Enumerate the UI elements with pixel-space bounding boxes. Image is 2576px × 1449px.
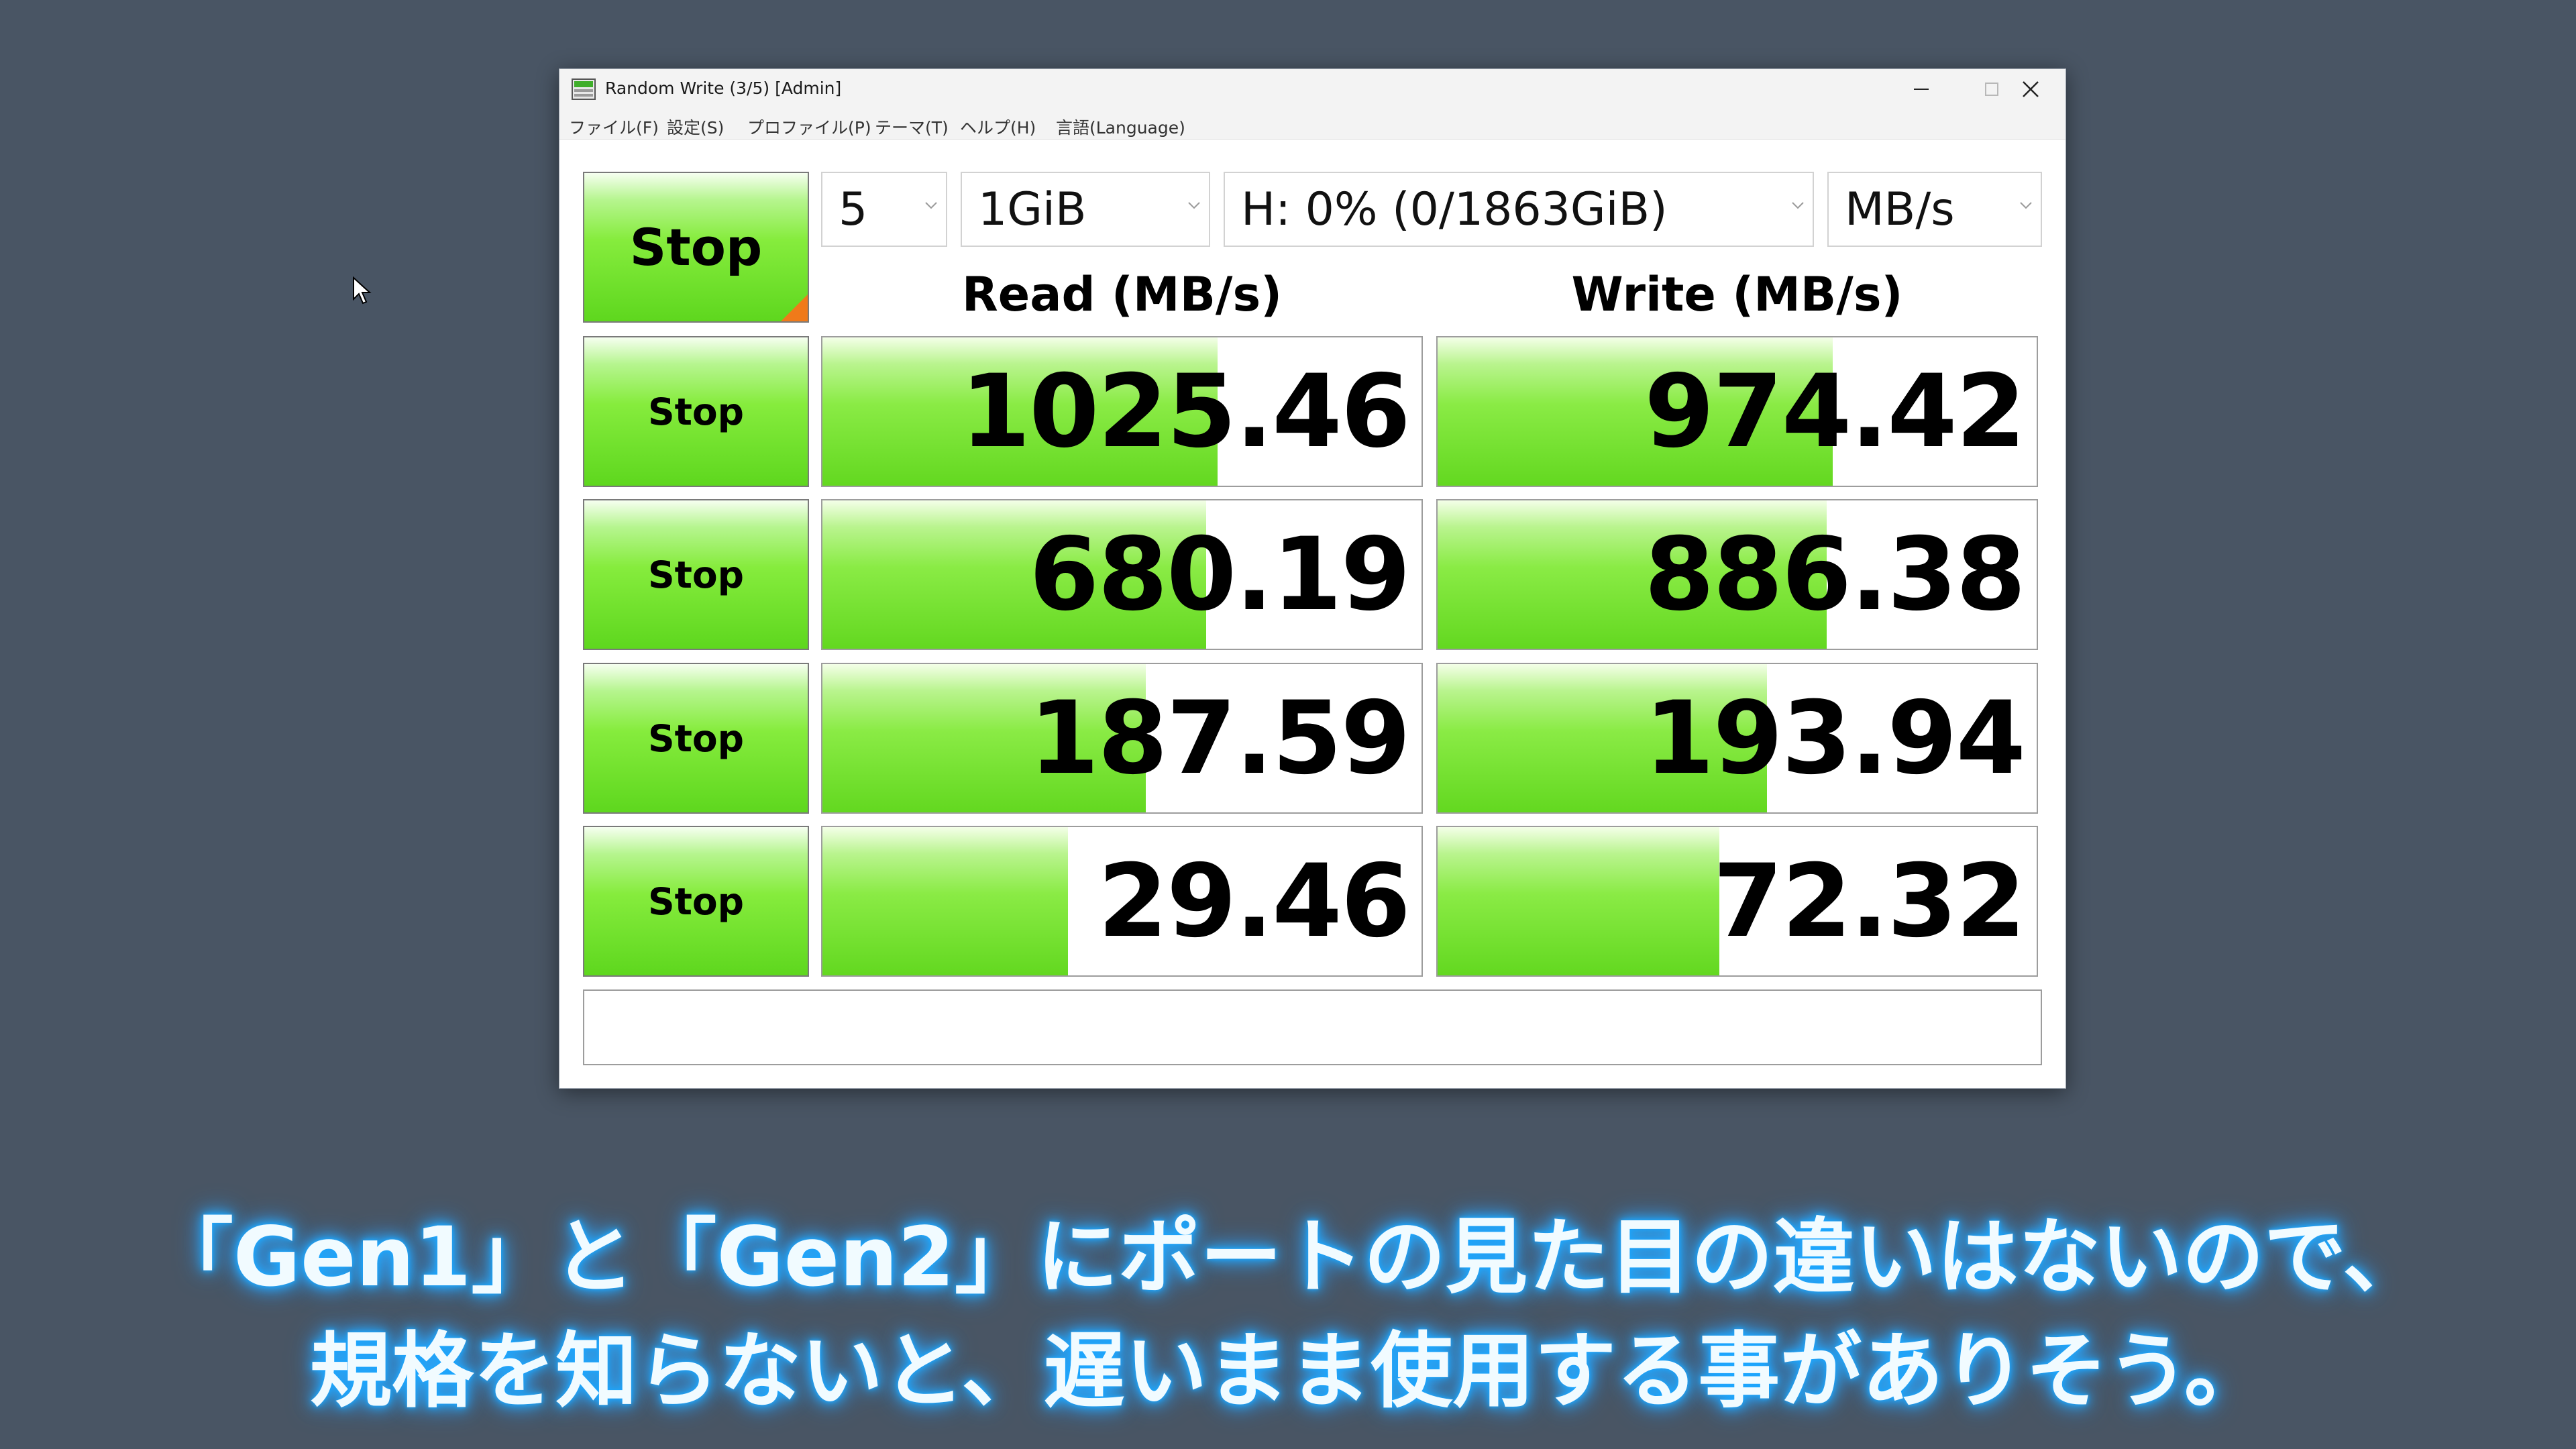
drive-select[interactable]: H: 0% (0/1863GiB) (1224, 172, 1814, 247)
row-stop-label: Stop (647, 390, 745, 433)
read-value: 680.19 (1029, 516, 1411, 633)
unit-value: MB/s (1845, 182, 1955, 236)
write-value: 974.42 (1644, 353, 2026, 470)
read-column-header: Read (MB/s) (961, 267, 1283, 322)
app-disk-icon (572, 78, 596, 100)
comment-field[interactable] (583, 989, 2042, 1065)
row-3-read-result: 187.59 (821, 663, 1423, 814)
row-3-write-result: 193.94 (1436, 663, 2038, 814)
row-4-stop-button[interactable]: Stop (583, 826, 809, 977)
count-select[interactable]: 5 (821, 172, 947, 247)
read-value: 187.59 (1029, 680, 1411, 797)
write-value: 193.94 (1644, 680, 2026, 797)
subtitle-line-2: 規格を知らないと、遅いまま使用する事がありそう。 (310, 1324, 2266, 1419)
row-4-write-result: 72.32 (1436, 826, 2038, 977)
count-value: 5 (839, 182, 868, 236)
corner-marker (781, 294, 808, 321)
row-3-stop-button[interactable]: Stop (583, 663, 809, 814)
all-stop-button[interactable]: Stop (583, 172, 809, 323)
chevron-down-icon (925, 202, 937, 209)
row-4-read-result: 29.46 (821, 826, 1423, 977)
row-1-read-result: 1025.46 (821, 336, 1423, 487)
menu-bar: ファイル(F) 設定(S) プロファイル(P) テーマ(T) ヘルプ(H) 言語… (559, 109, 2065, 140)
row-2-read-result: 680.19 (821, 499, 1423, 650)
unit-select[interactable]: MB/s (1827, 172, 2042, 247)
write-bar (1438, 827, 1719, 975)
menu-settings[interactable]: 設定(S) (667, 115, 724, 139)
write-value: 886.38 (1644, 516, 2026, 633)
window-title: Random Write (3/5) [Admin] (605, 78, 842, 98)
write-column-header: Write (MB/s) (1571, 267, 1903, 322)
size-select[interactable]: 1GiB (961, 172, 1210, 247)
close-button[interactable] (1995, 69, 2065, 109)
row-1-stop-button[interactable]: Stop (583, 336, 809, 487)
menu-file[interactable]: ファイル(F) (569, 115, 659, 139)
read-value: 29.46 (1097, 843, 1411, 960)
row-stop-label: Stop (647, 716, 745, 760)
read-value: 1025.46 (960, 353, 1411, 470)
menu-help[interactable]: ヘルプ(H) (960, 115, 1036, 139)
minimize-button[interactable] (1886, 69, 1956, 109)
row-stop-label: Stop (647, 553, 745, 596)
row-stop-label: Stop (647, 879, 745, 923)
row-2-write-result: 886.38 (1436, 499, 2038, 650)
chevron-down-icon (2020, 202, 2032, 209)
menu-profile[interactable]: プロファイル(P) (747, 115, 871, 139)
chevron-down-icon (1188, 202, 1200, 209)
size-value: 1GiB (978, 182, 1087, 236)
mouse-cursor-icon (353, 276, 372, 305)
menu-language[interactable]: 言語(Language) (1056, 115, 1185, 139)
minimize-icon (1913, 89, 1929, 90)
app-window: Random Write (3/5) [Admin] ファイル(F) 設定(S)… (559, 68, 2066, 1089)
chevron-down-icon (1792, 202, 1804, 209)
close-icon (2022, 81, 2039, 97)
all-stop-label: Stop (629, 217, 763, 277)
subtitle-line-1: 「Gen1」と「Gen2」にポートの見た目の違いはないので、 (151, 1210, 2425, 1305)
row-1-write-result: 974.42 (1436, 336, 2038, 487)
row-2-stop-button[interactable]: Stop (583, 499, 809, 650)
write-value: 72.32 (1713, 843, 2026, 960)
read-bar (822, 827, 1069, 975)
menu-theme[interactable]: テーマ(T) (875, 115, 949, 139)
title-bar[interactable]: Random Write (3/5) [Admin] (559, 69, 2065, 109)
drive-value: H: 0% (0/1863GiB) (1241, 182, 1668, 236)
